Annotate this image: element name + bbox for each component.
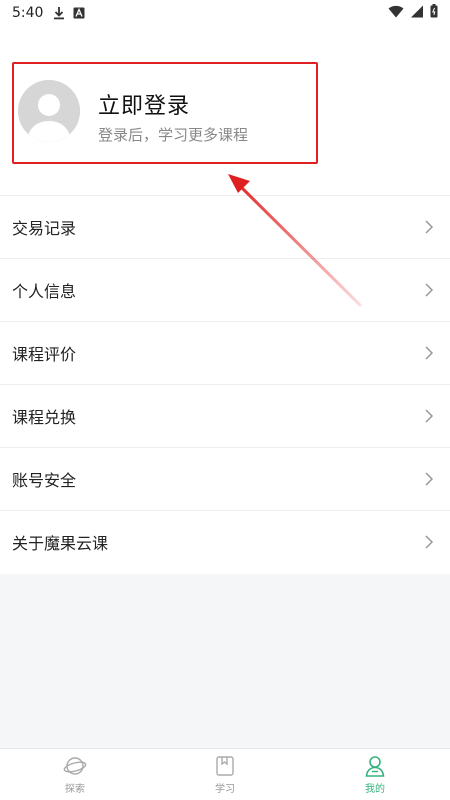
status-time: 5:40 (12, 5, 44, 21)
download-icon (53, 6, 65, 20)
tab-label: 我的 (365, 784, 385, 795)
planet-icon (63, 757, 87, 775)
signal-icon (410, 5, 424, 22)
login-title[interactable]: 立即登录 (98, 88, 190, 120)
menu-item-personal-info[interactable]: 个人信息 (0, 258, 450, 321)
menu-item-about[interactable]: 关于魔果云课 (0, 510, 450, 573)
menu-item-account-security[interactable]: 账号安全 (0, 447, 450, 510)
tab-label: 学习 (215, 784, 235, 795)
default-avatar-icon (18, 80, 80, 142)
person-icon (365, 756, 385, 777)
battery-icon (430, 4, 438, 22)
chevron-right-icon (422, 346, 436, 360)
menu-item-label: 课程评价 (12, 345, 77, 364)
menu-item-label: 账号安全 (12, 471, 77, 490)
chevron-right-icon (422, 409, 436, 423)
book-icon (216, 756, 234, 776)
tab-study[interactable]: 学习 (150, 749, 300, 800)
wifi-icon (388, 5, 404, 22)
menu-item-label: 个人信息 (12, 282, 77, 301)
chevron-right-icon (422, 283, 436, 297)
chevron-right-icon (422, 535, 436, 549)
app-screen: 5:40 立即登录 登录后，学习更多课程 交易记录 个人信息 课程评价 课程兑换… (0, 0, 450, 800)
menu-item-course-reviews[interactable]: 课程评价 (0, 321, 450, 384)
menu-item-label: 课程兑换 (12, 408, 77, 427)
menu-item-label: 关于魔果云课 (12, 534, 109, 553)
profile-content: 立即登录 登录后，学习更多课程 交易记录 个人信息 课程评价 课程兑换 账号安全… (0, 26, 450, 574)
status-bar: 5:40 (0, 0, 450, 26)
chevron-right-icon (422, 472, 436, 486)
menu-item-transactions[interactable]: 交易记录 (0, 195, 450, 258)
tab-label: 探索 (65, 784, 85, 795)
menu-item-label: 交易记录 (12, 219, 77, 238)
login-card[interactable]: 立即登录 登录后，学习更多课程 (12, 62, 318, 164)
chevron-right-icon (422, 220, 436, 234)
tab-explore[interactable]: 探索 (0, 749, 150, 800)
menu-item-course-redeem[interactable]: 课程兑换 (0, 384, 450, 447)
settings-menu: 交易记录 个人信息 课程评价 课程兑换 账号安全 关于魔果云课 (0, 195, 450, 573)
status-right-icons (388, 4, 438, 22)
app-a-icon (73, 7, 85, 19)
tab-mine[interactable]: 我的 (300, 749, 450, 800)
bottom-tab-bar: 探索 学习 我的 (0, 748, 450, 800)
login-subtitle: 登录后，学习更多课程 (98, 126, 249, 144)
avatar[interactable] (18, 80, 80, 142)
